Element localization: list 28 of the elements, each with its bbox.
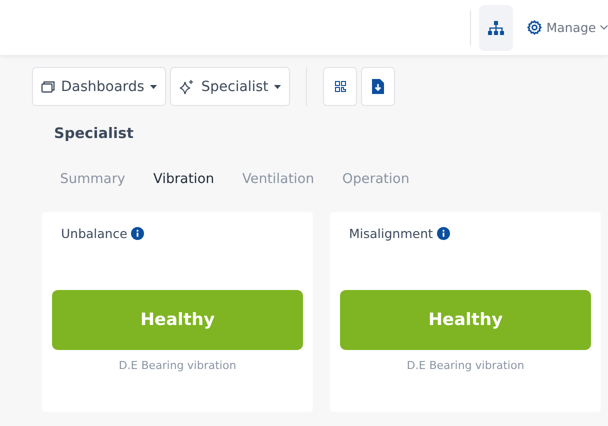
caret-icon [274, 84, 282, 88]
card-caption: D.E Bearing vibration [406, 359, 526, 372]
status-indicator: Healthy [340, 290, 591, 350]
card-title: Misalignment [349, 226, 433, 241]
chevron-down-icon [600, 25, 608, 30]
card-caption: D.E Bearing vibration [118, 359, 238, 372]
qr-code-button[interactable] [323, 67, 358, 106]
dropdown-button[interactable]: Dashboards [32, 67, 166, 106]
dropdown-button[interactable]: Specialist [170, 67, 290, 106]
hierarchy-button[interactable] [479, 4, 514, 50]
tab[interactable]: Operation [342, 171, 410, 187]
hierarchy-icon [488, 20, 504, 34]
qr-code-icon [334, 81, 346, 92]
windows-icon [41, 80, 55, 92]
tab[interactable]: Vibration [153, 171, 214, 187]
manage-menu[interactable]: Manage [521, 20, 608, 35]
card-title: Unbalance [61, 226, 128, 241]
sparkle-icon [179, 78, 196, 94]
caret-icon [150, 84, 158, 88]
tab[interactable]: Summary [60, 171, 126, 187]
info-icon [131, 227, 144, 240]
status-indicator: Healthy [52, 290, 303, 350]
download-file-button[interactable] [361, 67, 396, 106]
info-icon [436, 227, 450, 240]
file-download-icon [372, 79, 384, 94]
settings-icon [527, 20, 542, 35]
tab[interactable]: Ventilation [242, 171, 314, 187]
section-title: Specialist [53, 125, 135, 142]
